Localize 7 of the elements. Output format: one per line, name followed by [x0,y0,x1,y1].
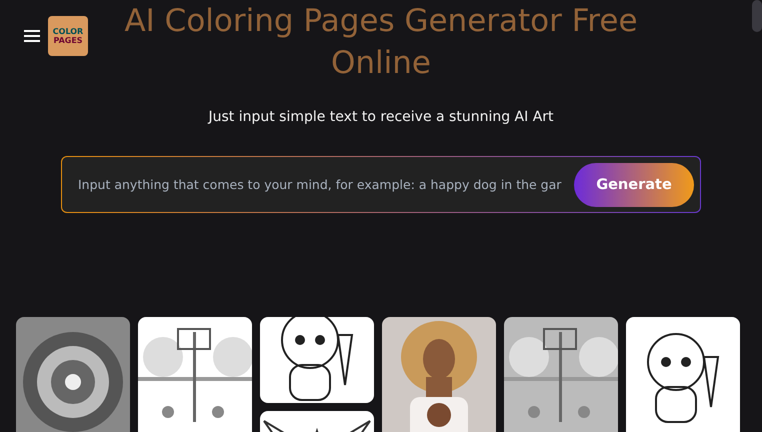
prompt-field[interactable]: Input anything that comes to your mind, for example: a happy dog in the gar Generate [61,156,701,213]
generate-button[interactable]: Generate [574,162,694,206]
scrollbar[interactable] [752,0,762,32]
page-title: AI Coloring Pages Generator Free Online [123,2,639,83]
logo[interactable]: COLOR PAGES [48,16,88,56]
menu-icon[interactable] [24,29,40,43]
subtitle: Just input simple text to receive a stunning AI Art [208,108,554,127]
